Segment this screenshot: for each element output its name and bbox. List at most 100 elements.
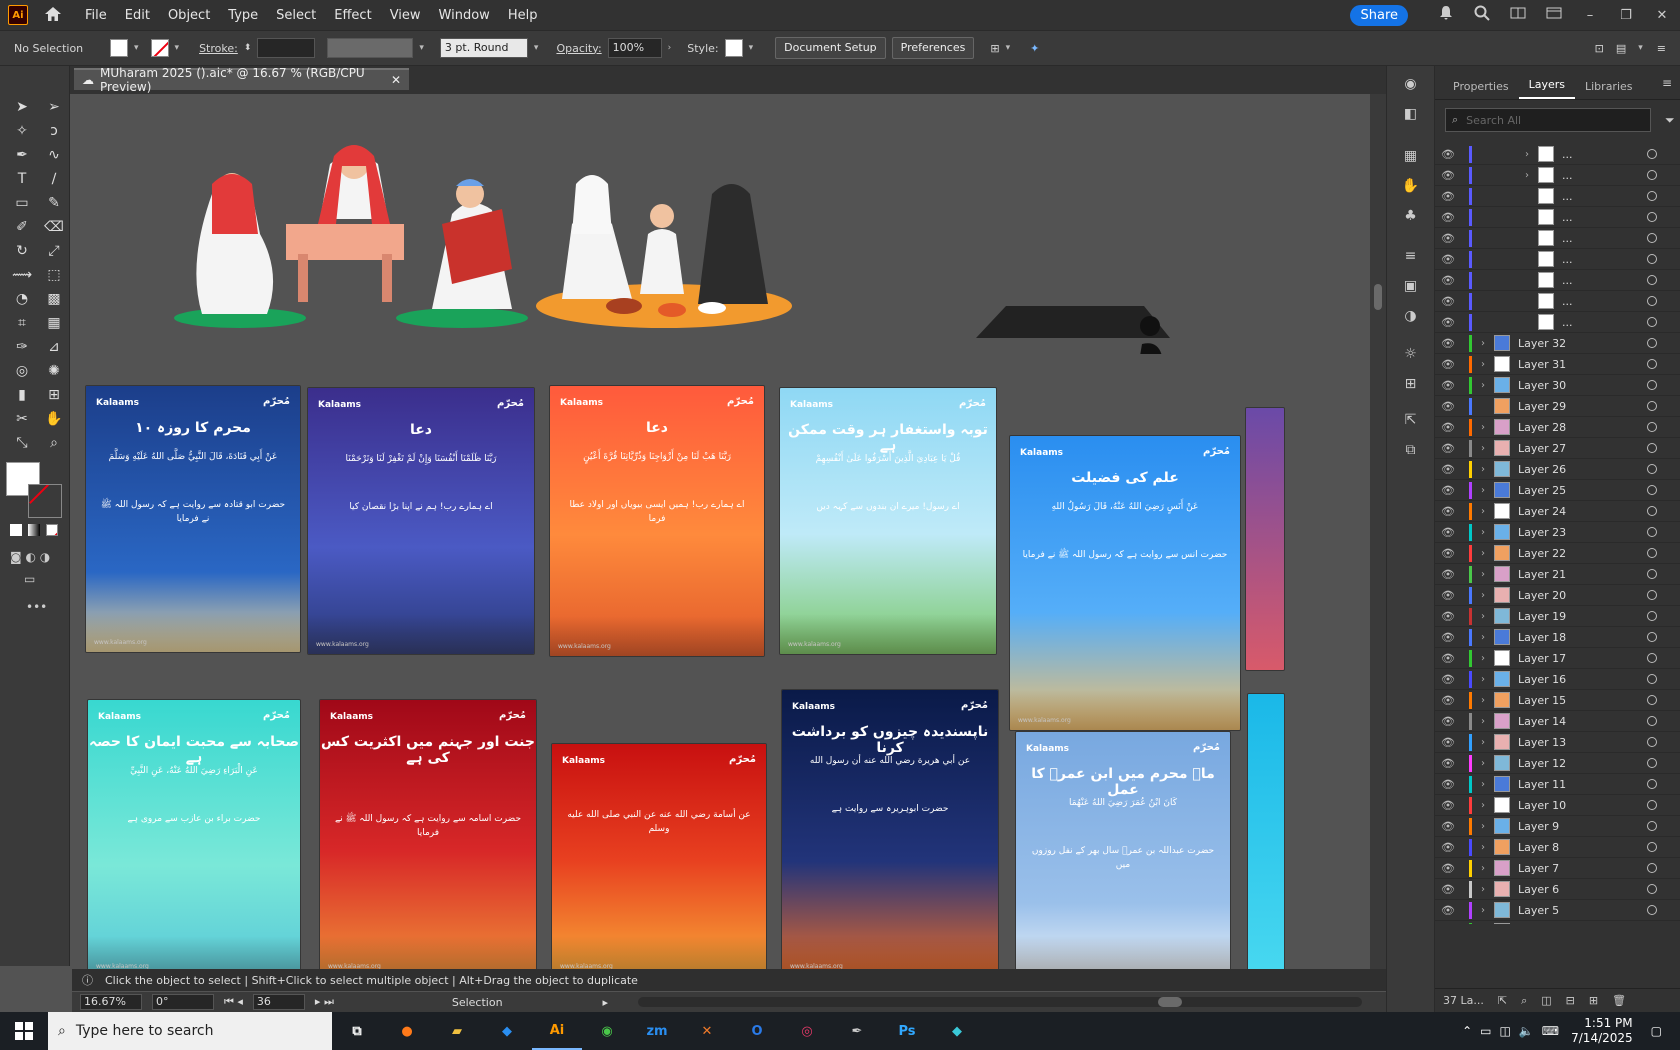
expand-chevron-icon[interactable]: › xyxy=(1472,632,1494,643)
outlook-icon[interactable]: O xyxy=(732,1012,782,1050)
layer-name[interactable]: ... xyxy=(1562,148,1647,161)
expand-chevron-icon[interactable]: › xyxy=(1472,422,1494,433)
make-clip-mask-icon[interactable]: ◫ xyxy=(1541,994,1551,1007)
type-tool-icon[interactable]: T xyxy=(6,168,38,190)
post-card[interactable]: Kalaams مُحرّم ماہ محرم میں ابن عمرؓ کا عم… xyxy=(1016,732,1230,969)
layer-target-icon[interactable] xyxy=(1647,254,1657,264)
visibility-eye-icon[interactable]: 👁 xyxy=(1435,883,1461,896)
expand-chevron-icon[interactable]: › xyxy=(1516,170,1538,181)
post-card[interactable]: Kalaams مُحرّم ۱۰ محرم کا روزہ عَنْ أَبِي ق… xyxy=(86,386,300,652)
perspective-tool-icon[interactable]: ▩ xyxy=(38,288,70,310)
pen-tool-icon[interactable]: ✒ xyxy=(6,144,38,166)
layer-target-icon[interactable] xyxy=(1647,737,1657,747)
arrange-icon[interactable]: ⊡ xyxy=(1595,42,1604,55)
artboard-canvas[interactable]: Kalaams مُحرّم ۱۰ محرم کا روزہ عَنْ أَبِي ق… xyxy=(72,94,1370,969)
visibility-eye-icon[interactable]: 👁 xyxy=(1435,253,1461,266)
expand-chevron-icon[interactable]: › xyxy=(1472,506,1494,517)
artboard-field[interactable]: 36 xyxy=(252,994,305,1010)
layer-row[interactable]: 👁 › Layer 28 xyxy=(1435,417,1680,438)
selection-tool-icon[interactable]: ➤ xyxy=(6,96,38,118)
help-icon[interactable]: ⓘ xyxy=(82,972,93,988)
align-icon[interactable]: ⊞ xyxy=(990,42,999,55)
artboard-next-icon[interactable]: ▸ ⏭ xyxy=(315,995,334,1009)
layer-name[interactable]: Layer 21 xyxy=(1518,568,1647,581)
visibility-eye-icon[interactable]: 👁 xyxy=(1435,526,1461,539)
layer-target-icon[interactable] xyxy=(1647,191,1657,201)
stroke-weight-field[interactable] xyxy=(257,38,316,58)
locate-object-icon[interactable]: ⌕ xyxy=(1521,994,1527,1008)
visibility-eye-icon[interactable]: 👁 xyxy=(1435,694,1461,707)
rectangle-tool-icon[interactable]: ▭ xyxy=(6,192,38,214)
width-tool-icon[interactable]: ⟿ xyxy=(6,264,38,286)
export-icon[interactable]: ⇱ xyxy=(1400,412,1422,432)
layer-target-icon[interactable] xyxy=(1647,380,1657,390)
visibility-eye-icon[interactable]: 👁 xyxy=(1435,316,1461,329)
layer-name[interactable]: ... xyxy=(1562,274,1647,287)
post-card[interactable]: Kalaams مُحرّم دعا رَبَّنَا هَبْ لَنَا مِنْ… xyxy=(550,386,764,656)
workspace-icon[interactable] xyxy=(1500,7,1536,23)
variable-width-dropdown-icon[interactable]: ▾ xyxy=(419,43,424,53)
visibility-eye-icon[interactable]: 👁 xyxy=(1435,211,1461,224)
layer-target-icon[interactable] xyxy=(1647,317,1657,327)
layer-row[interactable]: 👁... xyxy=(1435,291,1680,312)
layer-row[interactable]: 👁 › Layer 16 xyxy=(1435,669,1680,690)
pathfinder-icon[interactable]: ⧉ xyxy=(1400,442,1422,462)
zoom-out-tool-icon[interactable]: ⤡ xyxy=(6,432,38,454)
visibility-eye-icon[interactable]: 👁 xyxy=(1435,505,1461,518)
post-card[interactable]: Kalaams مُحرّم دعا رَبَّنَا ظَلَمْنَا أَنْف… xyxy=(308,388,534,654)
layer-row[interactable]: 👁 › Layer 5 xyxy=(1435,900,1680,921)
post-card[interactable]: Kalaams مُحرّم صحابہ سے محبت ایمان کا حصہ … xyxy=(88,700,300,969)
menu-edit[interactable]: Edit xyxy=(116,8,159,23)
visibility-eye-icon[interactable]: 👁 xyxy=(1435,232,1461,245)
maximize-icon[interactable]: ❐ xyxy=(1608,8,1644,23)
gradient-tool-icon[interactable]: ▦ xyxy=(38,312,70,334)
layer-name[interactable]: Layer 6 xyxy=(1518,883,1647,896)
layer-row[interactable]: 👁 › Layer 15 xyxy=(1435,690,1680,711)
post-card-partial[interactable] xyxy=(1246,408,1284,670)
visibility-eye-icon[interactable]: 👁 xyxy=(1435,589,1461,602)
layer-name[interactable]: Layer 9 xyxy=(1518,820,1647,833)
magic-wand-tool-icon[interactable]: ✧ xyxy=(6,120,38,142)
layer-row[interactable]: 👁›Layer 4 xyxy=(1435,921,1680,924)
layer-target-icon[interactable] xyxy=(1647,464,1657,474)
expand-chevron-icon[interactable]: › xyxy=(1472,527,1494,538)
layer-target-icon[interactable] xyxy=(1647,359,1657,369)
lasso-tool-icon[interactable]: ↄ xyxy=(38,120,70,142)
volume-icon[interactable]: 🔈 xyxy=(1519,1024,1534,1038)
layer-target-icon[interactable] xyxy=(1647,401,1657,411)
expand-chevron-icon[interactable]: › xyxy=(1472,863,1494,874)
layer-row[interactable]: 👁 › Layer 6 xyxy=(1435,879,1680,900)
layer-row[interactable]: 👁 › Layer 9 xyxy=(1435,816,1680,837)
layer-target-icon[interactable] xyxy=(1647,842,1657,852)
artboards-icon[interactable]: ⊞ xyxy=(1400,376,1422,396)
layer-target-icon[interactable] xyxy=(1647,527,1657,537)
post-card[interactable]: Kalaams مُحرّم ناپسندیدہ چیزوں کو برداشت ک… xyxy=(782,690,998,969)
layer-name[interactable]: Layer 18 xyxy=(1518,631,1647,644)
expand-chevron-icon[interactable]: › xyxy=(1472,359,1494,370)
layer-row[interactable]: 👁 › Layer 27 xyxy=(1435,438,1680,459)
layer-target-icon[interactable] xyxy=(1647,800,1657,810)
layer-row[interactable]: 👁 ›... xyxy=(1435,165,1680,186)
expand-chevron-icon[interactable]: › xyxy=(1472,380,1494,391)
graph-tool-icon[interactable]: ▮ xyxy=(6,384,38,406)
battery-icon[interactable]: ▭ xyxy=(1480,1024,1491,1038)
layer-row[interactable]: 👁... xyxy=(1435,270,1680,291)
expand-chevron-icon[interactable]: › xyxy=(1472,569,1494,580)
visibility-eye-icon[interactable]: 👁 xyxy=(1435,358,1461,371)
layer-row[interactable]: 👁 › Layer 24 xyxy=(1435,501,1680,522)
visibility-eye-icon[interactable]: 👁 xyxy=(1435,610,1461,623)
rotate-tool-icon[interactable]: ↻ xyxy=(6,240,38,262)
keyboard-icon[interactable]: ⌨ xyxy=(1542,1024,1559,1038)
layer-target-icon[interactable] xyxy=(1647,338,1657,348)
zoom-icon[interactable]: zm xyxy=(632,1012,682,1050)
layer-name[interactable]: ... xyxy=(1562,295,1647,308)
rotate-field[interactable]: 0° xyxy=(152,994,214,1010)
layer-row[interactable]: 👁 Layer 29 xyxy=(1435,396,1680,417)
fill-stroke-widget[interactable] xyxy=(6,462,62,518)
paintbrush-tool-icon[interactable]: ✎ xyxy=(38,192,70,214)
line-tool-icon[interactable]: ∕ xyxy=(38,168,70,190)
layer-row[interactable]: 👁 › Layer 21 xyxy=(1435,564,1680,585)
mode-arrow-icon[interactable]: ▸ xyxy=(603,996,609,1009)
none-icon[interactable] xyxy=(46,524,58,536)
layer-name[interactable]: ... xyxy=(1562,169,1647,182)
